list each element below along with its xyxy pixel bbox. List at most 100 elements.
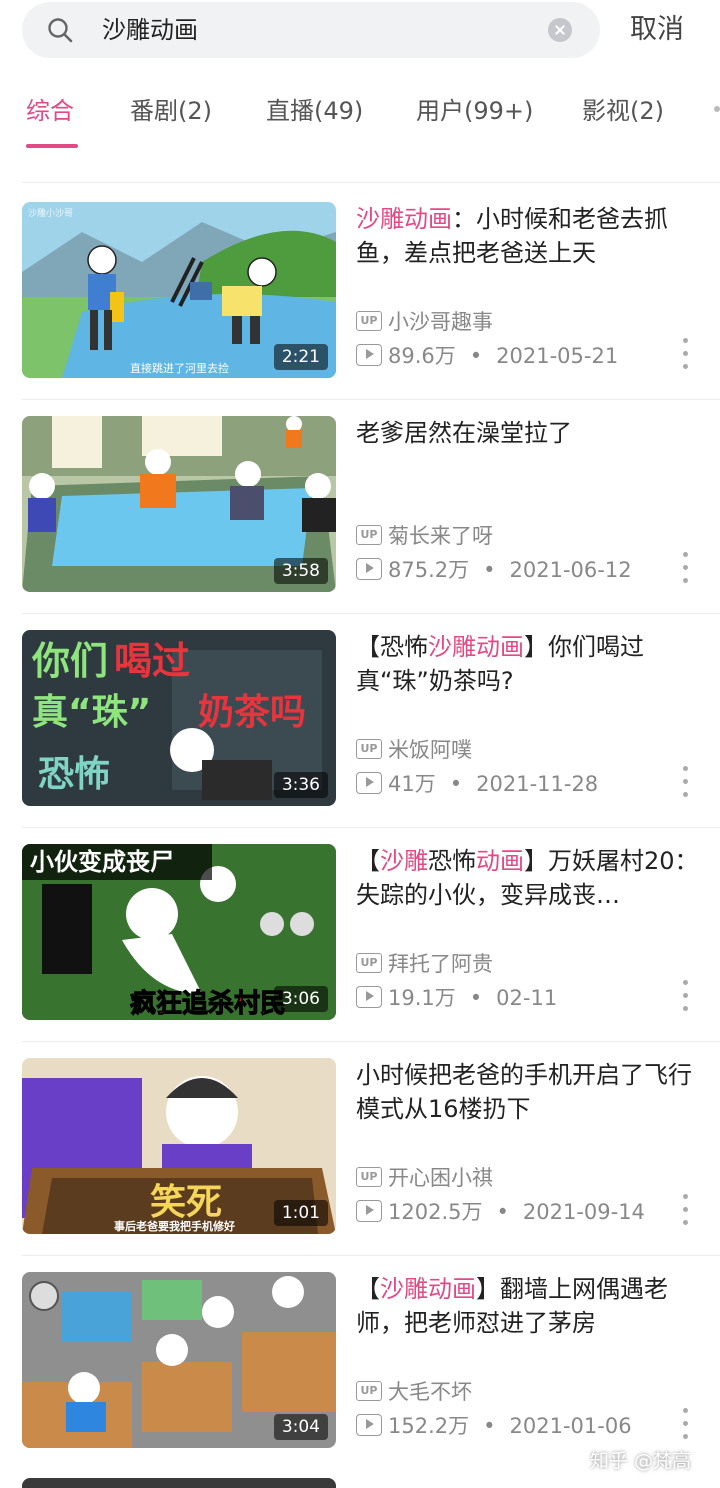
video-uploader[interactable]: UP 米饭阿噗 xyxy=(356,738,472,762)
video-item[interactable]: 小伙变成丧尸 疯狂追杀村民 3:06 【沙雕恐怖动画】万妖屠村20：失踪的小伙，… xyxy=(0,828,720,1042)
video-item[interactable]: 你们 喝过 真“珠” 奶茶吗 恐怖 3:36 【恐怖沙雕动画】你们喝过真“珠”奶… xyxy=(0,614,720,828)
tab-bangumi[interactable]: 番剧(2) xyxy=(130,94,212,128)
title-highlight: 沙雕 xyxy=(380,847,428,875)
more-options-button[interactable] xyxy=(676,550,696,586)
title-text: 【 xyxy=(356,1275,380,1303)
video-title[interactable]: 【沙雕动画】翻墙上网偶遇老师，把老师怼进了茅房 xyxy=(356,1272,702,1340)
video-title[interactable]: 沙雕动画：小时候和老爸去抓鱼，差点把老爸送上天 xyxy=(356,202,702,270)
video-duration: 3:58 xyxy=(273,558,328,584)
thumbnail-text: 喝过 xyxy=(114,639,190,683)
view-count: 89.6万 xyxy=(388,344,456,368)
more-options-button[interactable] xyxy=(676,1192,696,1228)
thumbnail-text: 笑死 xyxy=(150,1182,222,1223)
thumbnail-caption: 直接跳进了河里去捡 xyxy=(130,361,229,375)
video-uploader[interactable]: UP 大毛不坏 xyxy=(356,1380,472,1404)
video-duration: 3:36 xyxy=(273,772,328,798)
uploader-name: 大毛不坏 xyxy=(388,1380,472,1404)
view-count: 1202.5万 xyxy=(388,1200,483,1224)
tab-active-indicator xyxy=(26,144,78,148)
view-count: 41万 xyxy=(388,772,436,796)
view-count: 875.2万 xyxy=(388,558,470,582)
play-count-icon xyxy=(356,772,382,794)
tab-all[interactable]: 综合 xyxy=(26,94,74,128)
up-badge-icon: UP xyxy=(356,311,382,331)
up-badge-icon: UP xyxy=(356,1167,382,1187)
more-options-button[interactable] xyxy=(676,978,696,1014)
thumbnail-caption: 事后老爸要我把手机修好 xyxy=(114,1219,235,1233)
video-title[interactable]: 【恐怖沙雕动画】你们喝过真“珠”奶茶吗? xyxy=(356,630,702,698)
more-options-button[interactable] xyxy=(676,336,696,372)
video-thumbnail[interactable]: 直接跳进了河里去捡 沙雕小沙哥 2:21 xyxy=(22,202,336,378)
uploader-name: 菊长来了呀 xyxy=(388,524,493,548)
video-item[interactable]: 3:58 老爹居然在澡堂拉了 UP 菊长来了呀 875.2万 • 2021-06-12 xyxy=(0,400,720,614)
video-uploader[interactable]: UP 小沙哥趣事 xyxy=(356,310,493,334)
video-item[interactable]: 直接跳进了河里去捡 沙雕小沙哥 2:21 沙雕动画：小时候和老爸去抓鱼，差点把老… xyxy=(0,186,720,400)
video-thumbnail[interactable]: 你们 喝过 真“珠” 奶茶吗 恐怖 3:36 xyxy=(22,630,336,806)
video-stats: 19.1万 • 02-11 xyxy=(356,986,557,1010)
video-thumbnail[interactable]: 小伙变成丧尸 疯狂追杀村民 3:06 xyxy=(22,844,336,1020)
video-thumbnail[interactable]: 3:04 xyxy=(22,1272,336,1448)
thumbnail-text: 奶茶吗 xyxy=(198,692,306,733)
video-duration: 3:06 xyxy=(273,986,328,1012)
thumbnail-text: 疯狂追杀村民 xyxy=(130,988,286,1019)
video-duration: 1:01 xyxy=(273,1200,328,1226)
video-thumbnail[interactable]: 3:58 xyxy=(22,416,336,592)
publish-date: 2021-11-28 xyxy=(476,772,599,796)
title-text: 【恐怖 xyxy=(356,633,428,661)
up-badge-icon: UP xyxy=(356,1381,382,1401)
video-title[interactable]: 【沙雕恐怖动画】万妖屠村20：失踪的小伙，变异成丧… xyxy=(356,844,702,912)
play-count-icon xyxy=(356,558,382,580)
title-highlight: 沙雕动画 xyxy=(428,633,524,661)
title-text: 【 xyxy=(356,847,380,875)
video-item[interactable]: 3:04 【沙雕动画】翻墙上网偶遇老师，把老师怼进了茅房 UP 大毛不坏 152.… xyxy=(0,1256,720,1470)
title-text: 小时候把老爸的手机开启了飞行模式从16楼扔下 xyxy=(356,1061,692,1123)
tabs-divider xyxy=(22,182,720,183)
publish-date: 2021-06-12 xyxy=(509,558,632,582)
video-stats: 41万 • 2021-11-28 xyxy=(356,772,598,796)
search-input[interactable]: 沙雕动画 xyxy=(102,14,198,46)
title-highlight: 动画 xyxy=(476,847,524,875)
search-bar[interactable]: 沙雕动画 xyxy=(22,2,600,58)
video-uploader[interactable]: UP 开心困小祺 xyxy=(356,1166,493,1190)
up-badge-icon: UP xyxy=(356,953,382,973)
more-options-button[interactable] xyxy=(676,1406,696,1442)
tab-overflow-indicator xyxy=(714,106,720,112)
publish-date: 2021-09-14 xyxy=(522,1200,645,1224)
uploader-name: 米饭阿噗 xyxy=(388,738,472,762)
stats-separator: • xyxy=(449,772,463,796)
thumbnail-text: 小伙变成丧尸 xyxy=(30,848,174,876)
title-highlight: 沙雕动画 xyxy=(380,1275,476,1303)
video-item[interactable]: 笑死 事后老爸要我把手机修好 1:01 小时候把老爸的手机开启了飞行模式从16楼… xyxy=(0,1042,720,1256)
uploader-name: 拜托了阿贵 xyxy=(388,952,493,976)
video-stats: 152.2万 • 2021-01-06 xyxy=(356,1414,632,1438)
uploader-name: 开心困小祺 xyxy=(388,1166,493,1190)
video-stats: 875.2万 • 2021-06-12 xyxy=(356,558,632,582)
video-title[interactable]: 老爹居然在澡堂拉了 xyxy=(356,416,702,450)
watermark: 知乎 @梵高 xyxy=(590,1450,692,1472)
title-text: 老爹居然在澡堂拉了 xyxy=(356,419,572,447)
tab-live[interactable]: 直播(49) xyxy=(266,94,363,128)
video-uploader[interactable]: UP 拜托了阿贵 xyxy=(356,952,493,976)
tab-bar: 综合 番剧(2) 直播(49) 用户(99+) 影视(2) xyxy=(0,88,720,148)
stats-separator: • xyxy=(483,558,496,582)
stats-separator: • xyxy=(483,1414,496,1438)
cancel-button[interactable]: 取消 xyxy=(630,12,684,48)
more-options-button[interactable] xyxy=(676,764,696,800)
view-count: 19.1万 xyxy=(388,986,456,1010)
video-uploader[interactable]: UP 菊长来了呀 xyxy=(356,524,493,548)
up-badge-icon: UP xyxy=(356,525,382,545)
next-video-thumbnail-partial[interactable] xyxy=(22,1478,336,1488)
search-icon xyxy=(48,18,73,43)
stats-separator: • xyxy=(469,986,483,1010)
thumbnail-text: 恐怖 xyxy=(38,754,110,795)
thumbnail-text: 你们 xyxy=(31,639,108,683)
video-stats: 1202.5万 • 2021-09-14 xyxy=(356,1200,645,1224)
video-thumbnail[interactable]: 笑死 事后老爸要我把手机修好 1:01 xyxy=(22,1058,336,1234)
tab-users[interactable]: 用户(99+) xyxy=(416,94,533,128)
video-duration: 3:04 xyxy=(273,1414,328,1440)
thumbnail-corner-text: 沙雕小沙哥 xyxy=(28,207,73,219)
thumbnail-text: 真“珠” xyxy=(32,692,151,733)
tab-film[interactable]: 影视(2) xyxy=(582,94,664,128)
clear-icon[interactable] xyxy=(548,18,572,42)
video-title[interactable]: 小时候把老爸的手机开启了飞行模式从16楼扔下 xyxy=(356,1058,702,1126)
